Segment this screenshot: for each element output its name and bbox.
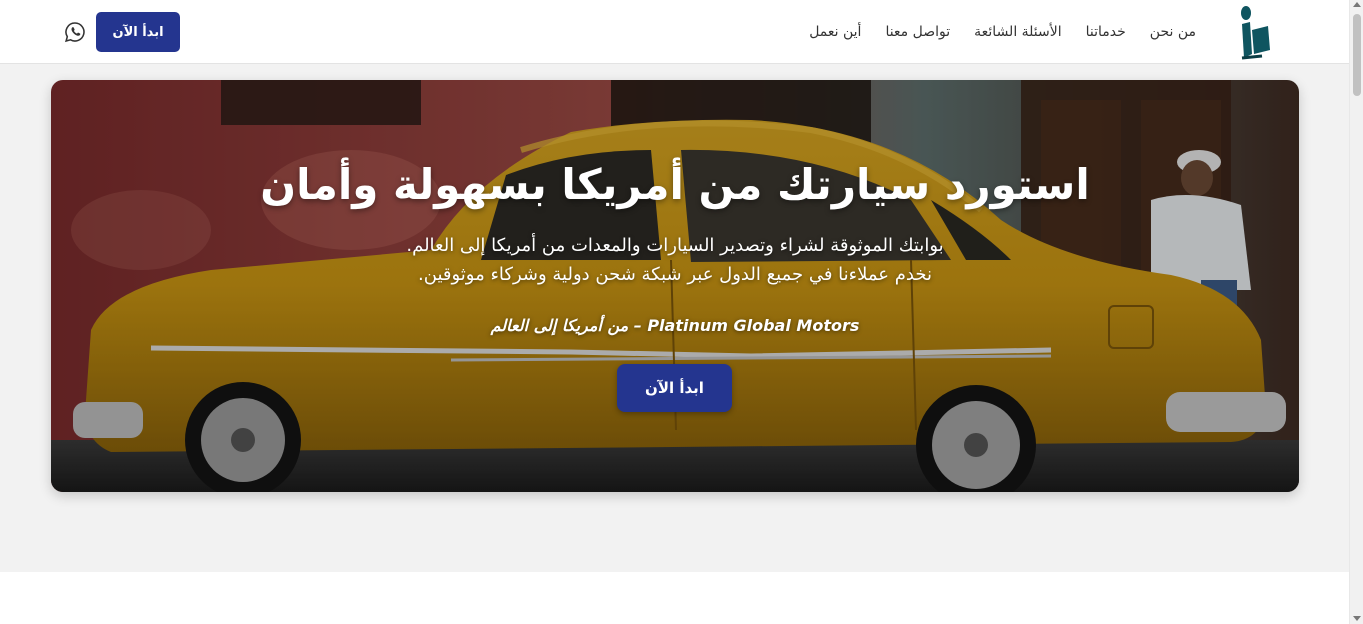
scroll-down-arrow-icon[interactable]	[1353, 616, 1361, 621]
page-scrollbar[interactable]	[1349, 0, 1363, 624]
header-start-now-button[interactable]: ابدأ الآن	[96, 12, 180, 52]
hero-subtitle-line1: بوابتك الموثوقة لشراء وتصدير السيارات وا…	[406, 235, 944, 256]
hero-tagline: Platinum Global Motors – من أمريكا إلى ا…	[490, 316, 860, 335]
brand-logo-icon[interactable]	[1232, 4, 1272, 60]
main-nav: من نحن خدماتنا الأسئلة الشائعة تواصل معن…	[800, 0, 1200, 64]
nav-where-we-work[interactable]: أين نعمل	[809, 24, 861, 40]
nav-services[interactable]: خدماتنا	[1086, 24, 1126, 40]
hero-subtitle-line2: نخدم عملاءنا في جميع الدول عبر شبكة شحن …	[418, 264, 932, 285]
whatsapp-icon[interactable]	[64, 21, 86, 43]
site-header: من نحن خدماتنا الأسئلة الشائعة تواصل معن…	[0, 0, 1349, 64]
hero-banner: استورد سيارتك من أمريكا بسهولة وأمان بوا…	[51, 80, 1299, 492]
nav-about[interactable]: من نحن	[1150, 24, 1196, 40]
scroll-up-arrow-icon[interactable]	[1353, 2, 1361, 7]
next-section	[0, 572, 1349, 624]
nav-contact[interactable]: تواصل معنا	[885, 24, 950, 40]
hero-content: استورد سيارتك من أمريكا بسهولة وأمان بوا…	[51, 80, 1299, 492]
scroll-thumb[interactable]	[1353, 14, 1361, 96]
hero-start-now-button[interactable]: ابدأ الآن	[617, 364, 732, 412]
hero-title: استورد سيارتك من أمريكا بسهولة وأمان	[260, 160, 1090, 209]
nav-faq[interactable]: الأسئلة الشائعة	[974, 24, 1062, 40]
